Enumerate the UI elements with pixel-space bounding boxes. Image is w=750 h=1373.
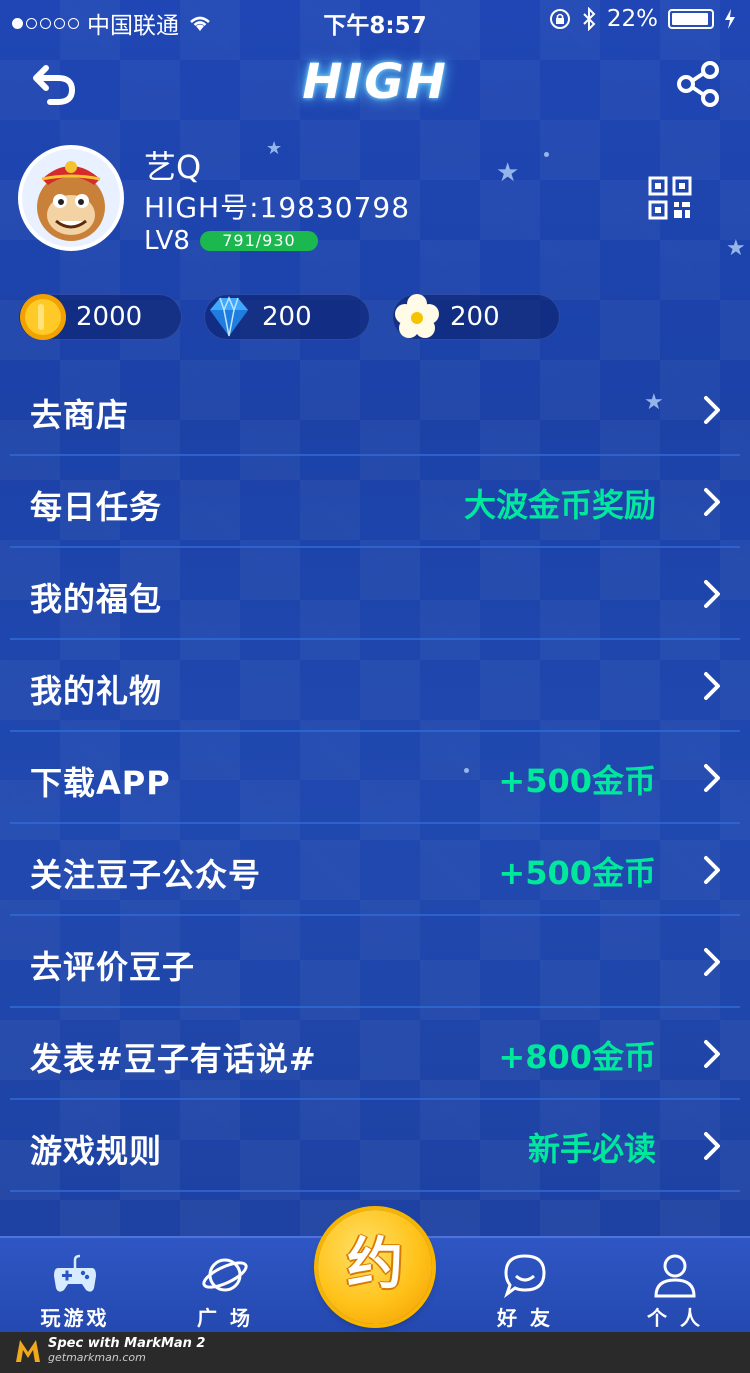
menu-item-reward: 新手必读 [527, 1130, 656, 1168]
avatar[interactable] [18, 145, 124, 251]
currency-row: 2000 200 200 [0, 292, 750, 342]
menu-item-lucky-bag[interactable]: 我的福包 [10, 548, 740, 640]
tab-friends[interactable]: 好 友 [470, 1238, 580, 1334]
chevron-right-icon [704, 948, 720, 976]
coin-balance[interactable]: 2000 [18, 294, 182, 340]
gold-coin-icon [20, 294, 66, 340]
menu-item-label: 关注豆子公众号 [30, 856, 262, 894]
user-id: HIGH号:19830798 [144, 191, 411, 224]
menu-item-label: 我的福包 [30, 580, 163, 618]
battery-icon [668, 9, 714, 29]
chevron-right-icon [704, 764, 720, 792]
menu-item-reward: +500金币 [498, 854, 656, 892]
rotation-lock-icon [549, 9, 570, 29]
menu-item-label: 每日任务 [30, 488, 163, 526]
qr-code-icon[interactable] [648, 176, 692, 220]
level-label: LV8 [144, 226, 190, 256]
menu-item-label: 我的礼物 [30, 672, 163, 710]
profile-section: 艺Q HIGH号:19830798 LV8 791/930 2000 200 2… [0, 128, 750, 364]
menu-item-shop[interactable]: 去商店 [10, 364, 740, 456]
markman-brand: Spec with MarkMan 2 getmarkman.com [14, 1336, 205, 1364]
menu-item-label: 去评价豆子 [30, 948, 196, 986]
diamond-icon [210, 296, 248, 337]
menu-item-rate-app[interactable]: 去评价豆子 [10, 916, 740, 1008]
tab-label: 广 场 [197, 1306, 253, 1330]
chevron-right-icon [704, 396, 720, 424]
markman-logo-icon [16, 1340, 40, 1362]
menu-item-label: 下载APP [30, 764, 171, 802]
flower-balance[interactable]: 200 [392, 294, 560, 340]
chevron-right-icon [704, 856, 720, 884]
battery-percent: 22% [606, 6, 658, 32]
person-icon [654, 1254, 696, 1298]
markman-footer: Spec with MarkMan 2 getmarkman.com [0, 1332, 750, 1373]
chevron-right-icon [704, 672, 720, 700]
flower-icon [395, 294, 439, 338]
diamond-balance[interactable]: 200 [204, 294, 370, 340]
planet-icon [202, 1258, 248, 1292]
flower-value: 200 [450, 302, 500, 332]
tab-label: 个 人 [647, 1306, 703, 1330]
tab-label: 好 友 [497, 1306, 553, 1330]
monkey-avatar-icon [22, 149, 120, 247]
brand-line1: Spec with MarkMan 2 [48, 1336, 206, 1351]
app-title: HIGH [302, 54, 448, 110]
tab-profile[interactable]: 个 人 [620, 1238, 730, 1334]
level-row: LV8 791/930 [144, 226, 318, 256]
chevron-right-icon [704, 1132, 720, 1160]
menu-item-label: 去商店 [30, 396, 130, 434]
menu-item-game-rules[interactable]: 游戏规则 新手必读 [10, 1100, 740, 1192]
chevron-right-icon [704, 488, 720, 516]
bluetooth-icon [583, 7, 596, 31]
chat-bubble-icon [504, 1254, 546, 1298]
menu-item-my-gifts[interactable]: 我的礼物 [10, 640, 740, 732]
gamepad-icon [54, 1254, 96, 1292]
menu-item-reward: 大波金币奖励 [463, 486, 656, 524]
tab-play-games[interactable]: 玩游戏 [20, 1238, 130, 1334]
charging-icon [725, 9, 735, 29]
menu-item-follow-account[interactable]: 关注豆子公众号 +500金币 [10, 824, 740, 916]
menu-item-download-app[interactable]: 下载APP +500金币 [10, 732, 740, 824]
menu-list: 去商店 每日任务 大波金币奖励 我的福包 我的礼物 下载APP +500金币 关… [0, 364, 750, 1192]
nickname: 艺Q [144, 148, 202, 186]
menu-item-reward: +500金币 [498, 762, 656, 800]
center-invite-button[interactable]: 约 [318, 1210, 432, 1324]
diamond-value: 200 [262, 302, 312, 332]
brand-line2: getmarkman.com [48, 1351, 146, 1364]
header: HIGH [0, 40, 750, 128]
menu-item-label: 游戏规则 [30, 1132, 163, 1170]
menu-item-post-topic[interactable]: 发表#豆子有话说# +800金币 [10, 1008, 740, 1100]
chevron-right-icon [704, 1040, 720, 1068]
menu-item-reward: +800金币 [498, 1038, 656, 1076]
tab-plaza[interactable]: 广 场 [170, 1238, 280, 1334]
exp-progress-bar: 791/930 [199, 231, 318, 251]
coin-value: 2000 [76, 302, 143, 332]
screen: ★ ★ ★ ★ 中国联通 下午8:57 22% HIGH 艺Q HIGH号:19… [0, 0, 750, 1373]
status-bar: 中国联通 下午8:57 22% [0, 0, 750, 40]
chevron-right-icon [704, 580, 720, 608]
menu-item-daily-tasks[interactable]: 每日任务 大波金币奖励 [10, 456, 740, 548]
tab-label: 玩游戏 [40, 1306, 110, 1330]
menu-item-label: 发表#豆子有话说# [30, 1040, 317, 1078]
share-icon[interactable] [674, 60, 722, 108]
